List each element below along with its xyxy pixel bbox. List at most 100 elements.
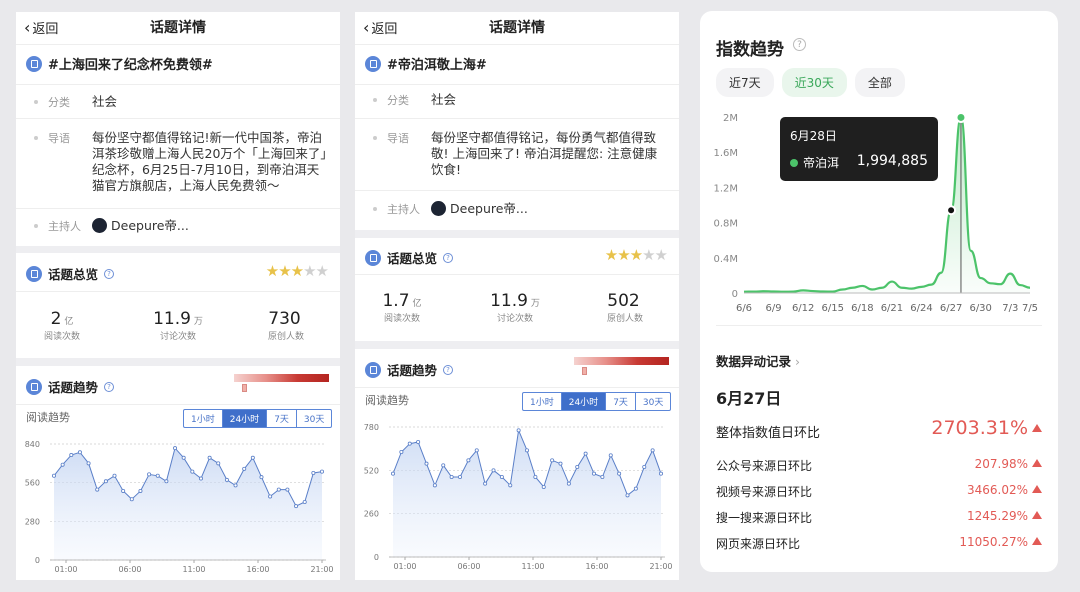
tooltip-date: 6月28日 bbox=[790, 129, 837, 143]
x-tick-label: 11:00 bbox=[182, 565, 205, 574]
top-bar: ‹ 返回 话题详情 bbox=[355, 12, 679, 42]
data-point bbox=[432, 483, 437, 488]
data-point bbox=[474, 448, 479, 453]
divider bbox=[16, 208, 340, 209]
x-tick-label: 16:00 bbox=[246, 565, 269, 574]
topic-title: #上海回来了纪念杯免费领# bbox=[48, 58, 213, 73]
up-arrow-icon bbox=[1032, 485, 1042, 493]
x-tick-label: 7/3 bbox=[1002, 303, 1018, 314]
range-tab[interactable]: 24小时 bbox=[222, 410, 268, 427]
x-tick-label: 21:00 bbox=[310, 565, 333, 574]
highlight-point bbox=[955, 111, 967, 123]
page-title: 话题详情 bbox=[150, 20, 206, 36]
y-tick-label: 1.2M bbox=[713, 183, 738, 194]
divider bbox=[355, 190, 679, 191]
range-chip[interactable]: 近30天 bbox=[781, 68, 847, 97]
y-tick-label: 0 bbox=[374, 553, 379, 562]
data-point bbox=[416, 439, 421, 444]
data-point bbox=[499, 475, 504, 480]
anomaly-link[interactable]: 数据异动记录 › bbox=[716, 351, 800, 370]
x-tick-label: 6/15 bbox=[822, 303, 844, 314]
back-button[interactable]: ‹ 返回 bbox=[363, 18, 397, 37]
stat-value: 2 bbox=[50, 309, 62, 329]
range-tab[interactable]: 7天 bbox=[267, 410, 297, 427]
data-point bbox=[524, 448, 529, 453]
stat-value: 1.7 bbox=[382, 291, 410, 311]
bullet-icon bbox=[373, 136, 377, 140]
trend-header: 话题趋势 ? bbox=[365, 360, 454, 379]
data-point bbox=[164, 479, 169, 484]
range-tab[interactable]: 7天 bbox=[606, 393, 636, 410]
heat-marker bbox=[582, 367, 587, 375]
help-icon[interactable]: ? bbox=[104, 381, 115, 392]
trend-title: 话题趋势 bbox=[48, 380, 99, 395]
topic-doc-icon bbox=[26, 55, 42, 72]
stat-read: 2 亿阅读次数 bbox=[17, 309, 107, 342]
topic-doc-icon bbox=[365, 55, 381, 72]
data-point bbox=[103, 479, 108, 484]
data-point bbox=[155, 473, 160, 478]
guide-label: 导语 bbox=[387, 132, 409, 145]
data-point bbox=[276, 487, 281, 492]
category-label: 分类 bbox=[48, 96, 70, 109]
divider bbox=[16, 404, 340, 405]
y-tick-label: 0 bbox=[732, 289, 738, 300]
range-tab[interactable]: 1小时 bbox=[523, 393, 562, 410]
y-tick-label: 2M bbox=[723, 113, 738, 124]
range-tab[interactable]: 24小时 bbox=[561, 393, 607, 410]
host-link[interactable]: Deepure帝... bbox=[431, 201, 669, 217]
stat-discuss: 11.9 万讨论次数 bbox=[133, 309, 223, 342]
data-point bbox=[491, 468, 496, 473]
category-row: 分类 社会 bbox=[34, 94, 330, 112]
data-point bbox=[608, 453, 613, 458]
divider bbox=[16, 44, 340, 45]
stat-original: 502 原创人数 bbox=[580, 291, 670, 324]
reading-trend-chart: 0 280 560 840 01:00 06:00 11:00 16:00 21:00 bbox=[25, 440, 334, 574]
divider bbox=[716, 325, 1042, 326]
range-tab[interactable]: 30天 bbox=[297, 410, 331, 427]
chart-icon bbox=[26, 265, 42, 282]
topic-title: #帝泊洱敬上海# bbox=[387, 58, 487, 73]
chevron-left-icon: ‹ bbox=[363, 17, 370, 37]
divider bbox=[355, 274, 679, 275]
star-filled-icon: ★ bbox=[604, 246, 618, 264]
stat-caption: 原创人数 bbox=[267, 332, 304, 342]
help-icon[interactable]: ? bbox=[443, 364, 454, 375]
range-tab[interactable]: 1小时 bbox=[184, 410, 223, 427]
host-label: 主持人 bbox=[48, 220, 81, 233]
data-point bbox=[441, 463, 446, 468]
star-filled-icon: ★ bbox=[629, 246, 643, 264]
data-point bbox=[285, 487, 290, 492]
range-tab[interactable]: 30天 bbox=[636, 393, 670, 410]
data-point bbox=[424, 461, 429, 466]
help-icon[interactable]: ? bbox=[104, 268, 115, 279]
range-chip[interactable]: 全部 bbox=[854, 68, 905, 97]
category-row: 分类 社会 bbox=[373, 92, 669, 110]
data-point bbox=[216, 461, 221, 466]
trend-card: 话题趋势 ? 阅读趋势 1小时 24小时 7天 30天 0 260 520 780 01:00… bbox=[355, 349, 679, 580]
help-icon[interactable]: ? bbox=[443, 252, 454, 263]
stat-caption: 原创人数 bbox=[606, 314, 643, 324]
series-dot-icon bbox=[790, 158, 798, 167]
guide-row: 导语 每份坚守都值得铭记，每份勇气都值得致敬! 上海回来了! 帝泊洱提醒您: 注… bbox=[373, 130, 669, 184]
bullet-icon bbox=[373, 207, 377, 211]
divider bbox=[355, 387, 679, 388]
host-link[interactable]: Deepure帝... bbox=[92, 218, 330, 234]
overview-header: 话题总览 ? bbox=[26, 264, 115, 283]
chevron-right-icon: › bbox=[795, 354, 801, 369]
topic-title-row: #上海回来了纪念杯免费领# bbox=[16, 54, 223, 73]
bullet-icon bbox=[34, 136, 38, 140]
y-tick-label: 560 bbox=[25, 479, 40, 488]
x-tick-label: 7/5 bbox=[1022, 303, 1038, 314]
data-point bbox=[129, 497, 134, 502]
data-point bbox=[466, 458, 471, 463]
range-chip[interactable]: 近7天 bbox=[716, 68, 774, 97]
x-tick-label: 6/12 bbox=[792, 303, 814, 314]
y-tick-label: 0 bbox=[35, 556, 40, 565]
trend-sub-label: 阅读趋势 bbox=[365, 394, 409, 407]
host-name: Deepure帝... bbox=[450, 201, 528, 216]
help-icon[interactable]: ? bbox=[793, 38, 806, 51]
back-button[interactable]: ‹ 返回 bbox=[24, 18, 58, 37]
stat-unit: 亿 bbox=[412, 299, 422, 309]
stat-value: 730 bbox=[268, 309, 301, 329]
